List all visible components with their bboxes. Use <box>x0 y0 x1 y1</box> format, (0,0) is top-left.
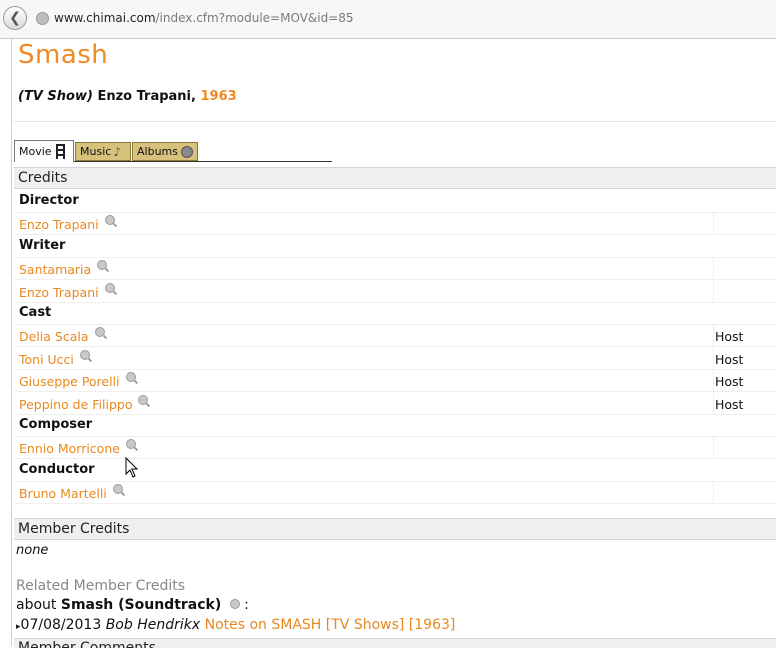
tab-music[interactable]: Music ♪ <box>75 142 131 161</box>
related-credits-heading: Related Member Credits <box>16 578 186 594</box>
back-arrow-icon: ❮ <box>9 10 21 26</box>
entry-link[interactable]: Notes on SMASH [TV Shows] [1963] <box>205 617 456 633</box>
credit-note-cell <box>713 279 776 302</box>
search-icon[interactable] <box>105 215 115 226</box>
member-comments-heading: Member Comments <box>14 638 776 648</box>
about-suffix: : <box>244 597 249 613</box>
search-icon[interactable] <box>80 349 90 360</box>
credit-row: Enzo Trapani <box>14 279 776 303</box>
credit-note-cell <box>713 212 776 235</box>
member-credits-value: none <box>16 543 49 558</box>
credit-person-link[interactable]: Enzo Trapani <box>19 285 99 300</box>
credit-row: Santamaria <box>14 257 776 281</box>
credit-role-label: Writer <box>19 237 66 253</box>
credit-role-label: Composer <box>19 417 93 432</box>
credit-row: Delia Scala Host <box>14 324 776 348</box>
tab-albums[interactable]: Albums <box>132 142 198 161</box>
credit-role-label: Director <box>19 193 79 208</box>
credit-person-link[interactable]: Toni Ucci <box>19 352 74 367</box>
credit-person-link[interactable]: Enzo Trapani <box>19 217 99 232</box>
search-icon[interactable] <box>229 599 240 609</box>
credit-person-link[interactable]: Delia Scala <box>19 329 89 344</box>
credit-row: Giuseppe Porelli Host <box>14 369 776 393</box>
credit-note: Host <box>715 329 744 345</box>
credit-note: Host <box>715 396 744 412</box>
credit-row: Writer <box>14 235 776 258</box>
related-about: about Smash (Soundtrack) : <box>16 597 249 613</box>
credit-row: Composer <box>14 414 776 437</box>
credit-person-link[interactable]: Giuseppe Porelli <box>19 374 120 389</box>
credit-person-link[interactable]: Peppino de Filippo <box>19 397 132 412</box>
tab-music-label: Music <box>80 145 112 158</box>
tab-albums-label: Albums <box>137 145 178 158</box>
credit-row: Bruno Martelli <box>14 481 776 505</box>
search-icon[interactable] <box>113 484 123 495</box>
credit-note-cell <box>713 257 776 280</box>
page-subtitle: (TV Show) Enzo Trapani, 1963 <box>18 89 237 104</box>
credit-row: Director <box>14 190 776 213</box>
credit-role-label: Conductor <box>19 461 95 477</box>
credit-note: Host <box>715 374 744 390</box>
about-title: Smash (Soundtrack) <box>60 597 222 613</box>
search-icon[interactable] <box>126 439 136 450</box>
credit-note-cell <box>713 481 776 504</box>
credit-row: Cast <box>14 302 776 325</box>
search-icon[interactable] <box>126 372 136 383</box>
credit-row: Toni Ucci Host <box>14 346 776 370</box>
url-host: www.chimai.com <box>54 11 156 25</box>
credit-person-link[interactable]: Bruno Martelli <box>19 486 107 501</box>
browser-toolbar: ❮ www.chimai.com/index.cfm?module=MOV&id… <box>0 0 776 39</box>
year-link[interactable]: 1963 <box>200 89 236 104</box>
director-label: Enzo Trapani, <box>97 89 196 104</box>
tab-movie[interactable]: Movie <box>14 140 74 162</box>
tab-movie-label: Movie <box>19 145 52 158</box>
site-globe-icon <box>36 12 49 25</box>
film-icon <box>55 144 65 159</box>
credit-person-link[interactable]: Santamaria <box>19 262 91 277</box>
credit-row: Ennio Morricone <box>14 436 776 460</box>
related-entry: ▸07/08/2013 Bob Hendrikx Notes on SMASH … <box>16 617 455 633</box>
credits-heading: Credits <box>14 167 776 189</box>
credit-note-cell <box>713 436 776 459</box>
search-icon[interactable] <box>97 260 107 271</box>
credit-row: Enzo Trapani <box>14 212 776 236</box>
member-credits-heading: Member Credits <box>14 518 776 540</box>
search-icon[interactable] <box>105 282 115 293</box>
search-icon[interactable] <box>95 327 105 338</box>
credit-row: Peppino de Filippo Host <box>14 391 776 415</box>
url-path: /index.cfm?module=MOV&id=85 <box>155 11 354 25</box>
header-divider <box>14 121 776 122</box>
entry-author: Bob Hendrikx <box>105 617 201 633</box>
back-button[interactable]: ❮ <box>3 6 27 30</box>
credit-role-label: Cast <box>19 305 52 320</box>
disc-icon <box>180 145 193 158</box>
type-label: (TV Show) <box>18 89 93 104</box>
mouse-cursor-icon <box>125 457 139 478</box>
search-icon[interactable] <box>138 394 148 405</box>
credit-note: Host <box>715 351 744 367</box>
about-prefix: about <box>16 597 57 613</box>
left-divider <box>11 38 12 646</box>
address-bar[interactable]: www.chimai.com/index.cfm?module=MOV&id=8… <box>54 11 354 25</box>
credit-person-link[interactable]: Ennio Morricone <box>19 441 120 456</box>
page-title: Smash <box>18 40 109 70</box>
music-note-icon: ♪ <box>113 144 121 159</box>
tab-bar: Movie Music ♪ Albums <box>14 140 332 162</box>
entry-date: 07/08/2013 <box>20 617 102 633</box>
